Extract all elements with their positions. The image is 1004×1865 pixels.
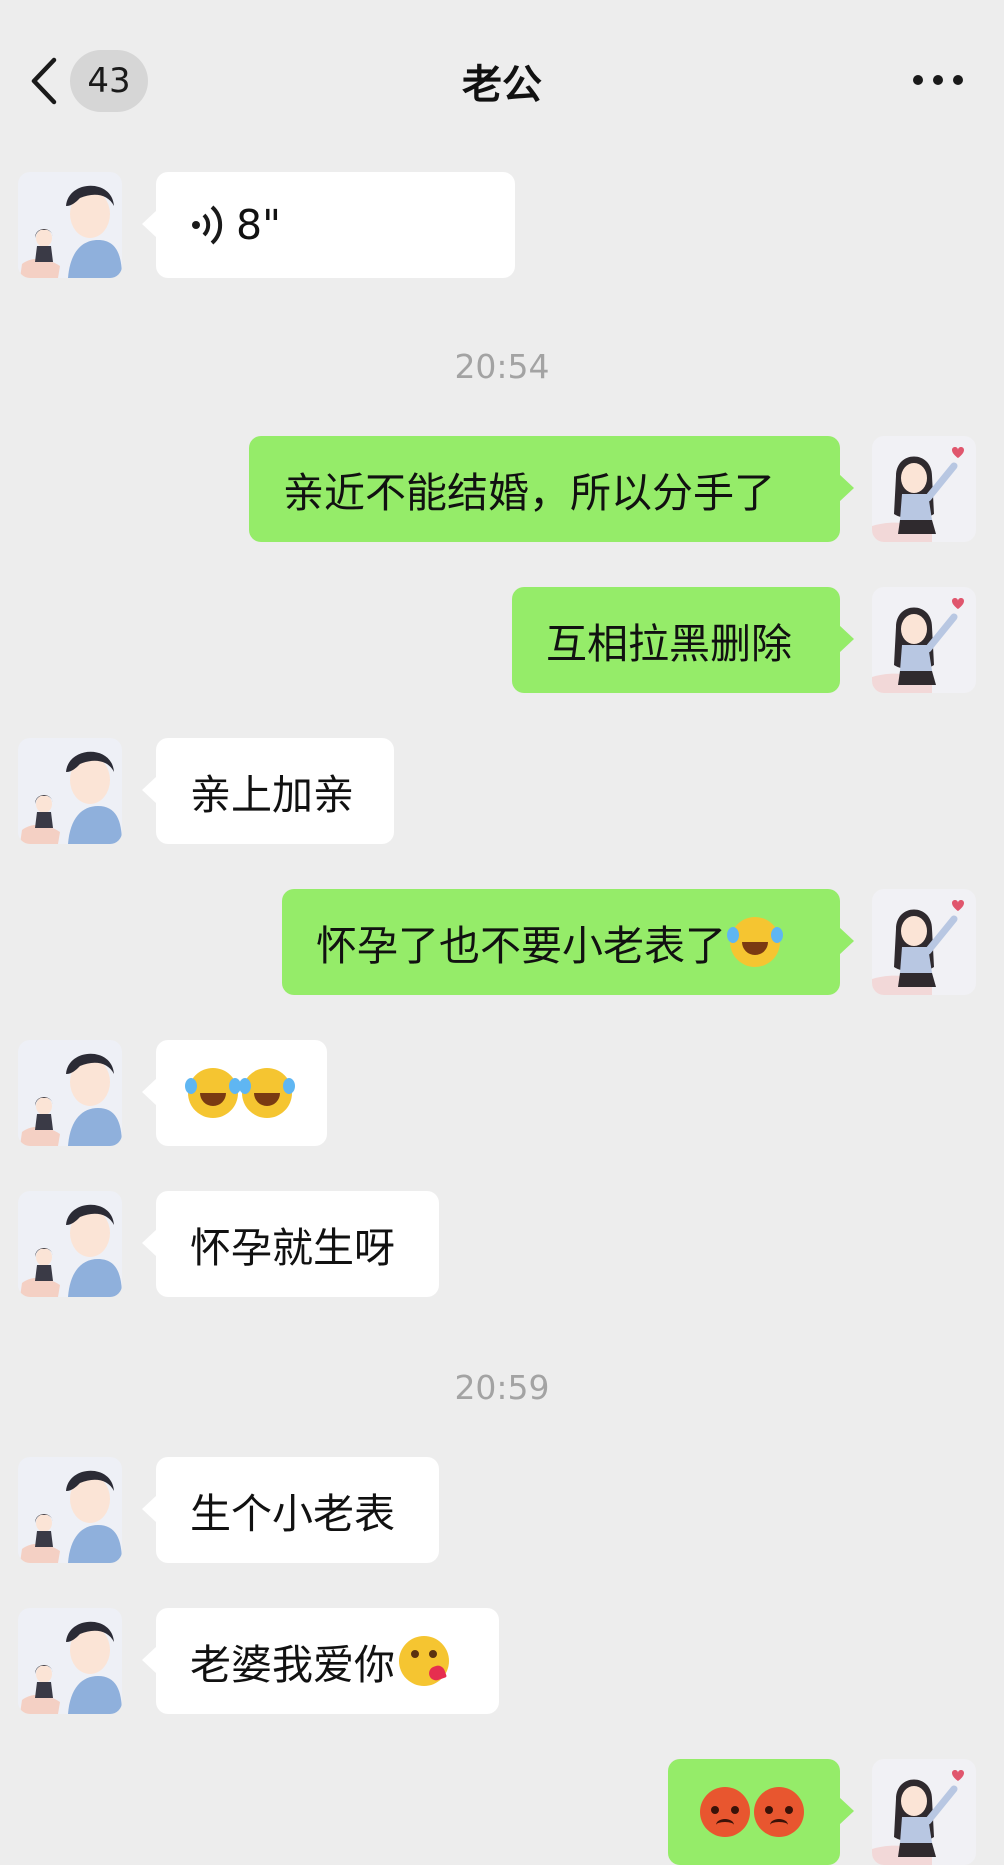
contact-avatar[interactable] — [18, 1457, 122, 1563]
message-text: 老婆我爱你 — [190, 1641, 395, 1689]
contact-avatar[interactable] — [18, 1608, 122, 1714]
incoming-message-bubble[interactable]: 老婆我爱你 — [142, 1608, 499, 1714]
my-avatar[interactable] — [872, 436, 976, 542]
incoming-message-bubble[interactable]: 生个小老表 — [142, 1457, 439, 1563]
message-text: 怀孕就生呀 — [190, 1224, 395, 1272]
chat-header: 43 老公 — [0, 0, 1004, 140]
emoji-message-bubble[interactable] — [668, 1759, 854, 1865]
message-text: 亲上加亲 — [190, 771, 354, 819]
kiss-emoji — [399, 1636, 449, 1686]
timestamp: 20:59 — [454, 1368, 550, 1407]
outgoing-message-bubble[interactable]: 亲近不能结婚，所以分手了 — [249, 436, 854, 542]
outgoing-message-bubble[interactable]: 互相拉黑删除 — [512, 587, 854, 693]
message-text: 互相拉黑删除 — [546, 620, 792, 668]
outgoing-message-bubble[interactable]: 怀孕了也不要小老表了 — [282, 889, 854, 995]
timestamp: 20:54 — [454, 347, 550, 386]
message-text: 怀孕了也不要小老表了 — [316, 922, 726, 970]
chat-title: 老公 — [462, 62, 542, 108]
incoming-message-bubble[interactable]: 怀孕就生呀 — [142, 1191, 439, 1297]
sad-red-face-emoji — [700, 1787, 750, 1837]
message-text: 生个小老表 — [190, 1490, 395, 1538]
contact-avatar[interactable] — [18, 1191, 122, 1297]
voice-wave-icon — [192, 205, 223, 245]
laugh-cry-emoji — [185, 1068, 238, 1118]
more-dots-icon[interactable] — [910, 66, 966, 94]
laugh-cry-emoji — [239, 1068, 292, 1118]
voice-duration: 8" — [236, 201, 281, 249]
contact-avatar[interactable] — [18, 172, 122, 278]
message-text: 亲近不能结婚，所以分手了 — [283, 469, 775, 517]
contact-avatar[interactable] — [18, 738, 122, 844]
my-avatar[interactable] — [872, 889, 976, 995]
voice-message-bubble[interactable]: 8" — [142, 172, 515, 278]
sad-red-face-emoji — [754, 1787, 804, 1837]
my-avatar[interactable] — [872, 587, 976, 693]
incoming-message-bubble[interactable]: 亲上加亲 — [142, 738, 394, 844]
contact-avatar[interactable] — [18, 1040, 122, 1146]
laugh-cry-emoji — [727, 917, 780, 967]
my-avatar[interactable] — [872, 1759, 976, 1865]
emoji-message-bubble[interactable] — [142, 1040, 327, 1146]
